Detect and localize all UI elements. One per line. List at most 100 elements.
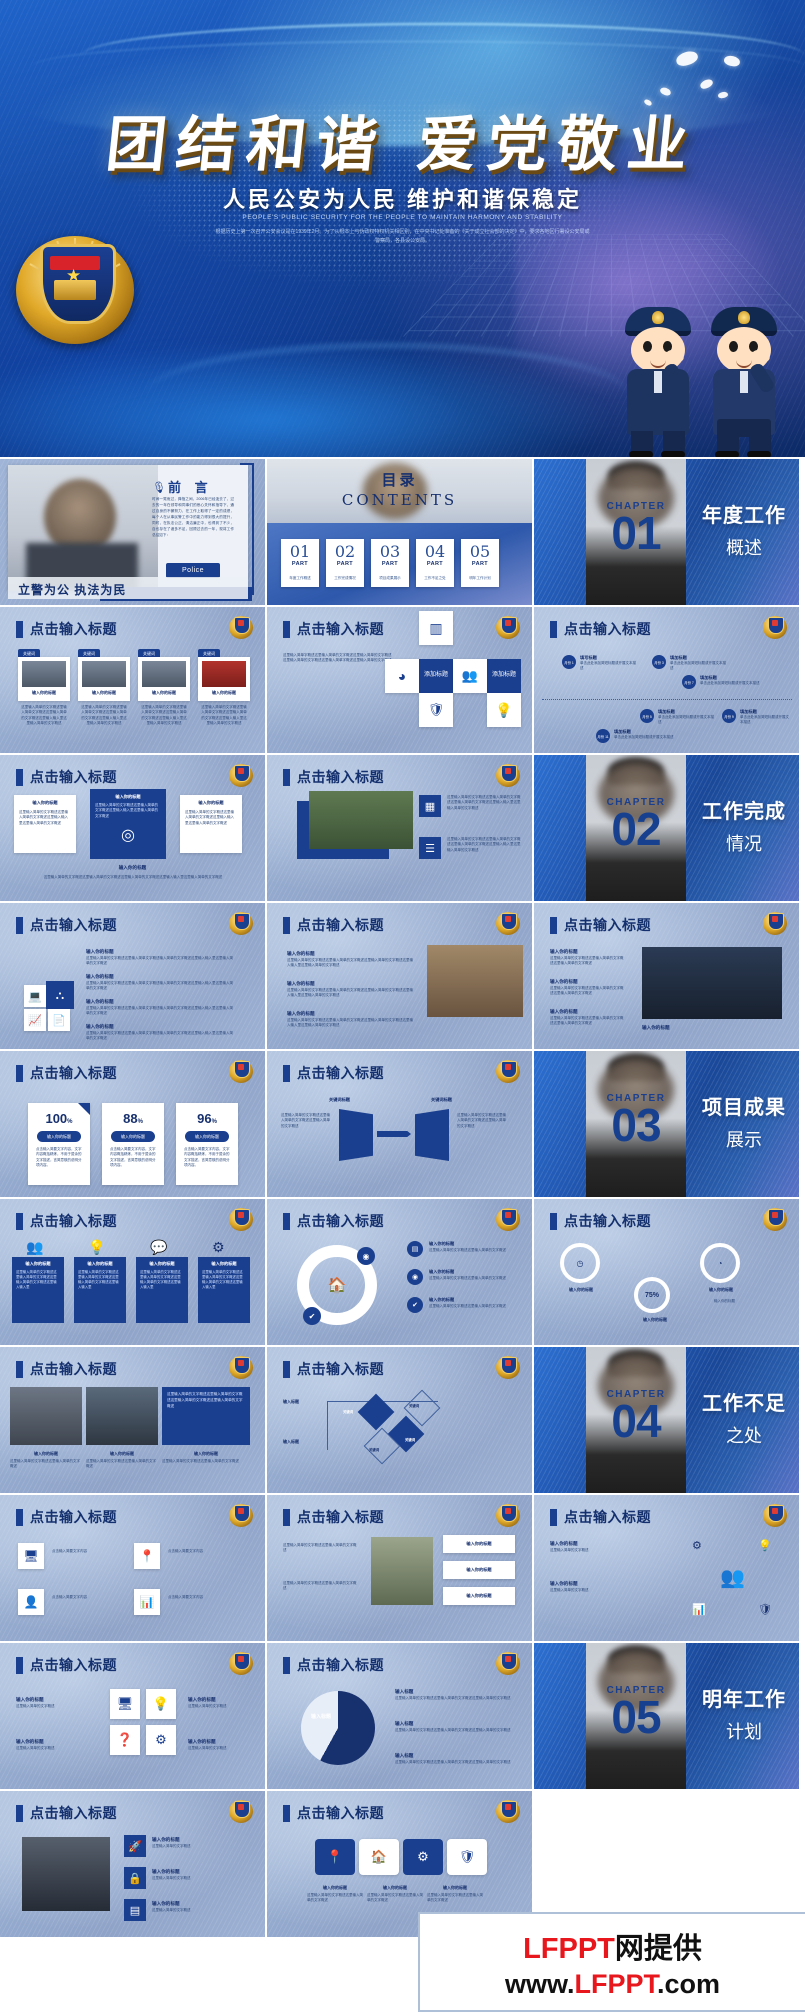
photo-card[interactable]: 输入你的标题 bbox=[198, 657, 250, 701]
location-icon[interactable]: ◉ bbox=[357, 1247, 375, 1265]
slide-thumbnail-network[interactable]: 点击输入标题 输入你的标题 这里输入简单的文字概述 输入你的标题 这里输入简单的… bbox=[534, 1495, 799, 1641]
chart-icon[interactable]: 📊 bbox=[692, 1603, 706, 1616]
cover-police-button[interactable]: Police bbox=[166, 563, 220, 578]
shield-icon[interactable]: 🛡 bbox=[758, 1603, 772, 1616]
slide-thumbnail-cover[interactable]: 🎙 前 言 时间一晃而过，弹指之间，2006年已经逝去了，过去的一年在领导和同事… bbox=[0, 459, 265, 605]
timeline-node[interactable]: 月份 1 bbox=[562, 655, 576, 669]
donut-ring[interactable]: ◔ bbox=[700, 1243, 740, 1283]
slide-thumbnail-icon-quad[interactable]: 点击输入标题 💻 ⛬ 📈 📄 输入你的标题 这里输入简单的文字概述这里输入简单文… bbox=[0, 903, 265, 1049]
gear-icon[interactable]: ⚙ bbox=[692, 1539, 702, 1552]
bulb-icon[interactable]: 💡 bbox=[146, 1689, 176, 1719]
photo-card[interactable]: 输入你的标题 bbox=[18, 657, 70, 701]
info-card-highlighted[interactable]: 输入你的标题 这里输入简单的文字概述这里输入简单的文字概述这里输入输入里这里输入… bbox=[90, 789, 166, 859]
slide-thumbnail-chapter-05[interactable]: CHAPTER 05 明年工作 计划 bbox=[534, 1643, 799, 1789]
lock-icon[interactable]: 🔒 bbox=[124, 1867, 146, 1889]
puzzle-piece-icon[interactable]: 🛡 bbox=[447, 1839, 487, 1875]
slide-thumbnail-four-cards[interactable]: 点击输入标题 👥 输入你的标题 这里输入简单的文字概述这里输入简单的文字概述这里… bbox=[0, 1199, 265, 1345]
rocket-icon[interactable]: 🚀 bbox=[124, 1835, 146, 1857]
contents-part-card[interactable]: 02 PART 工作完成情况 bbox=[326, 539, 364, 587]
location-icon[interactable]: ◉ bbox=[407, 1269, 423, 1285]
hierarchy-icon[interactable]: ⛬ bbox=[46, 981, 74, 1009]
donut-ring[interactable]: ◷ bbox=[560, 1243, 600, 1283]
puzzle-piece-icon[interactable]: ⚙ bbox=[403, 1839, 443, 1875]
percent-card[interactable]: 88% 输入你的标题 点击输入简要文字内容，文字内容概括精炼，不用于赘余的文字描… bbox=[102, 1103, 164, 1185]
tile-label-1[interactable]: 添加标题 bbox=[419, 659, 453, 693]
photo-card[interactable]: 输入你的标题 bbox=[138, 657, 190, 701]
slide-thumbnail-flow-diagram[interactable]: 点击输入标题 关键词标题 关键词标题 这里输入简单的文字概述这里输入简单的文字概… bbox=[267, 1051, 532, 1197]
slide-thumbnail-pie-chart[interactable]: 点击输入标题 输入标题 输入标题 这里输入简单的文字概述这里输入简单的文字概述这… bbox=[267, 1643, 532, 1789]
percent-card[interactable]: 100% 输入你的标题 点击输入简要文字内容，文字内容概括精炼，不用于赘余的文字… bbox=[28, 1103, 90, 1185]
info-card[interactable]: 输入你的标题 这里输入简单的文字概述这里输入简单的文字概述这里输入输入里这里输入… bbox=[14, 795, 76, 853]
label-card[interactable]: 输入你的标题 bbox=[443, 1535, 515, 1553]
contents-part-card[interactable]: 04 PART 工作不足之处 bbox=[416, 539, 454, 587]
label-card[interactable]: 输入你的标题 bbox=[443, 1561, 515, 1579]
info-card[interactable]: 输入你的标题 这里输入简单的文字概述这里输入简单的文字概述这里输入输入里这里输入… bbox=[180, 795, 242, 853]
contents-part-card[interactable]: 01 PART 年度工作概述 bbox=[281, 539, 319, 587]
timeline-node[interactable]: 月份 9 bbox=[722, 709, 736, 723]
slide-thumbnail-timeline[interactable]: 点击输入标题 月份 1 填写标题 单击此处添加简短标题或开展文本描述 月份 3 … bbox=[534, 607, 799, 753]
note-card[interactable]: 这里输入简单的文字概述这里输入简单的文字概述这里输入简单的文字概述这里输入简单的… bbox=[162, 1387, 250, 1445]
list-icon[interactable]: ☰ bbox=[419, 837, 441, 859]
check-icon[interactable]: ✔ bbox=[303, 1307, 321, 1325]
question-icon[interactable]: ❓ bbox=[110, 1725, 140, 1755]
slide-thumbnail-three-cards[interactable]: 点击输入标题 输入你的标题 这里输入简单的文字概述这里输入简单的文字概述这里输入… bbox=[0, 755, 265, 901]
line-chart-icon[interactable]: 📈 bbox=[24, 1009, 46, 1031]
bar-chart-icon[interactable]: ▥ bbox=[419, 611, 453, 645]
puzzle-piece-icon[interactable]: 🏠 bbox=[359, 1839, 399, 1875]
people-network-icon[interactable]: 👥 bbox=[720, 1565, 745, 1590]
slide-thumbnail-photo-text-list[interactable]: 点击输入标题 这里输入简单的文字概述这里输入简单的文字概述 这里输入简单的文字概… bbox=[267, 1495, 532, 1641]
chart-icon[interactable]: ▤ bbox=[407, 1241, 423, 1257]
donut-ring[interactable]: 75% bbox=[634, 1277, 670, 1313]
check-icon[interactable]: ✔ bbox=[407, 1297, 423, 1313]
grid-icon[interactable]: ▦ bbox=[419, 795, 441, 817]
slide-thumbnail-contents[interactable]: 目录 CONTENTS 01 PART 年度工作概述 02 PART 工作完成情… bbox=[267, 459, 532, 605]
slide-thumbnail-diamond-flow[interactable]: 点击输入标题 输入标题 输入标题 关键词 关键词 关键词 关键词 bbox=[267, 1347, 532, 1493]
gear-icon[interactable]: ⚙ bbox=[212, 1239, 225, 1256]
timeline-node[interactable]: 月份 3 bbox=[652, 655, 666, 669]
bulb-icon[interactable]: 💡 bbox=[487, 693, 521, 727]
location-icon[interactable]: 📍 bbox=[134, 1543, 160, 1569]
info-card[interactable]: 输入你的标题 这里输入简单的文字概述这里输入简单的文字概述这里输入简单的文字概述… bbox=[74, 1257, 126, 1323]
slide-thumbnail-photo-cards[interactable]: 点击输入标题 关键词 输入你的标题 这里输入简单的文字概述里输入简单文字概述这里… bbox=[0, 607, 265, 753]
slide-thumbnail-photo-right[interactable]: 点击输入标题 ▦ 这里输入简单的文字概述这里输入简单的文字概述这里输入简单的文字… bbox=[267, 755, 532, 901]
monitor-icon[interactable]: 🖥 bbox=[18, 1543, 44, 1569]
contents-part-card[interactable]: 03 PART 项目成果展示 bbox=[371, 539, 409, 587]
user-icon[interactable]: 👤 bbox=[18, 1589, 44, 1615]
shield-check-icon[interactable]: 🛡 bbox=[419, 693, 453, 727]
chat-icon[interactable]: 💬 bbox=[150, 1239, 167, 1256]
bulb-icon[interactable]: 💡 bbox=[758, 1539, 772, 1552]
slide-thumbnail-chapter-03[interactable]: CHAPTER 03 项目成果 展示 bbox=[534, 1051, 799, 1197]
slide-thumbnail-icon-rows[interactable]: 点击输入标题 🖥 点击输入简要文字内容 📍 点击输入简要文字内容 👤 点击输入简… bbox=[0, 1495, 265, 1641]
slide-thumbnail-list-photo[interactable]: 点击输入标题 输入你的标题 这里输入简单的文字概述这里输入简单的文字概述这里输入… bbox=[267, 903, 532, 1049]
timeline-node[interactable]: 月份 5 bbox=[640, 709, 654, 723]
slide-thumbnail-two-col-photo[interactable]: 点击输入标题 输入你的标题 这里输入简单的文字概述这里输入简单的文字概述这里输入… bbox=[534, 903, 799, 1049]
layers-icon[interactable]: ▤ bbox=[124, 1899, 146, 1921]
slide-thumbnail-donut-rings[interactable]: 点击输入标题 ◷ 输入你的标题 75% 输入你的标题 ◔ 输入你的标题 输入你的… bbox=[534, 1199, 799, 1345]
info-card[interactable]: 输入你的标题 这里输入简单的文字概述这里输入简单的文字概述这里输入简单的文字概述… bbox=[12, 1257, 64, 1323]
info-card[interactable]: 输入你的标题 这里输入简单的文字概述这里输入简单的文字概述这里输入简单的文字概述… bbox=[136, 1257, 188, 1323]
slide-thumbnail-photo-icon-list[interactable]: 点击输入标题 🚀 输入你的标题 这里输入简单的文字概述 🔒 输入你的标题 这里输… bbox=[0, 1791, 265, 1937]
slide-thumbnail-chapter-04[interactable]: CHAPTER 04 工作不足 之处 bbox=[534, 1347, 799, 1493]
people-icon[interactable]: 👥 bbox=[26, 1239, 43, 1256]
chart-icon[interactable]: 📊 bbox=[134, 1589, 160, 1615]
slide-thumbnail-chapter-02[interactable]: CHAPTER 02 工作完成 情况 bbox=[534, 755, 799, 901]
slide-thumbnail-percent-cards[interactable]: 点击输入标题 100% 输入你的标题 点击输入简要文字内容，文字内容概括精炼，不… bbox=[0, 1051, 265, 1197]
gear-icon[interactable]: ⚙ bbox=[146, 1725, 176, 1755]
slide-thumbnail-three-photos[interactable]: 点击输入标题 这里输入简单的文字概述这里输入简单的文字概述这里输入简单的文字概述… bbox=[0, 1347, 265, 1493]
slide-thumbnail-cycle[interactable]: 点击输入标题 🏠 ◉ ✔ ▤ 输入你的标题 这里输入简单的文字概述这里输入简单的… bbox=[267, 1199, 532, 1345]
puzzle-piece-icon[interactable]: 📍 bbox=[315, 1839, 355, 1875]
people-icon[interactable]: 👥 bbox=[453, 659, 487, 693]
tile-label-2[interactable]: 添加标题 bbox=[487, 659, 521, 693]
photo-card[interactable]: 输入你的标题 bbox=[78, 657, 130, 701]
info-card[interactable]: 输入你的标题 这里输入简单的文字概述这里输入简单的文字概述这里输入简单的文字概述… bbox=[198, 1257, 250, 1323]
pie-chart-icon[interactable]: ◕ bbox=[385, 659, 419, 693]
percent-card[interactable]: 96% 输入你的标题 点击输入简要文字内容，文字内容概括精炼，不用于赘余的文字描… bbox=[176, 1103, 238, 1185]
monitor-icon[interactable]: 🖥 bbox=[110, 1689, 140, 1719]
timeline-node[interactable]: 月份 11 bbox=[596, 729, 610, 743]
contents-part-card[interactable]: 05 PART 明年工作计划 bbox=[461, 539, 499, 587]
bulb-icon[interactable]: 💡 bbox=[88, 1239, 105, 1256]
label-card[interactable]: 输入你的标题 bbox=[443, 1587, 515, 1605]
laptop-icon[interactable]: 💻 bbox=[24, 985, 46, 1007]
document-icon[interactable]: 📄 bbox=[48, 1009, 70, 1031]
slide-thumbnail-icon-grid-cards[interactable]: 点击输入标题 输入你的标题 这里输入简单的文字概述 输入你的标题 这里输入简单的… bbox=[0, 1643, 265, 1789]
